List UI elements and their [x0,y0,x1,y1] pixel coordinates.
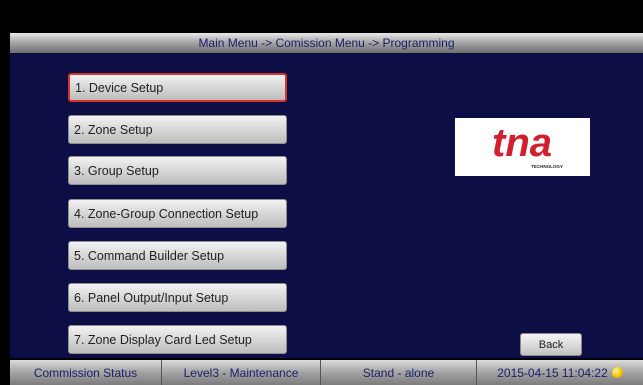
menu-button-panel-output-input-setup[interactable]: 6. Panel Output/Input Setup [68,283,287,312]
menu-button-group-setup[interactable]: 3. Group Setup [68,156,287,185]
menu-button-zone-setup[interactable]: 2. Zone Setup [68,115,287,144]
menu-button-device-setup[interactable]: 1. Device Setup [68,73,287,102]
hmi-screen: Main Menu -> Comission Menu -> Programmi… [0,0,643,385]
tna-logo: tna TECHNOLOGY [455,118,590,176]
back-button[interactable]: Back [520,333,582,356]
breadcrumb: Main Menu -> Comission Menu -> Programmi… [198,36,455,50]
status-bar: Commission Status Level3 - Maintenance S… [10,360,643,385]
status-title: Commission Status [10,360,162,385]
status-mode: Stand - alone [321,360,477,385]
status-datetime-cell: 2015-04-15 11:04:22 [477,360,643,385]
status-datetime: 2015-04-15 11:04:22 [497,365,608,380]
main-panel: 1. Device Setup 2. Zone Setup 3. Group S… [10,53,643,358]
menu-button-zone-group-connection-setup[interactable]: 4. Zone-Group Connection Setup [68,199,287,228]
menu-button-zone-display-card-led-setup[interactable]: 7. Zone Display Card Led Setup [68,325,287,354]
menu-button-command-builder-setup[interactable]: 5. Command Builder Setup [68,241,287,270]
status-level: Level3 - Maintenance [162,360,321,385]
status-lamp-icon [611,367,623,378]
title-bar: Main Menu -> Comission Menu -> Programmi… [10,33,643,53]
logo-brand: tna [492,121,552,165]
logo-tagline: TECHNOLOGY [531,164,563,169]
